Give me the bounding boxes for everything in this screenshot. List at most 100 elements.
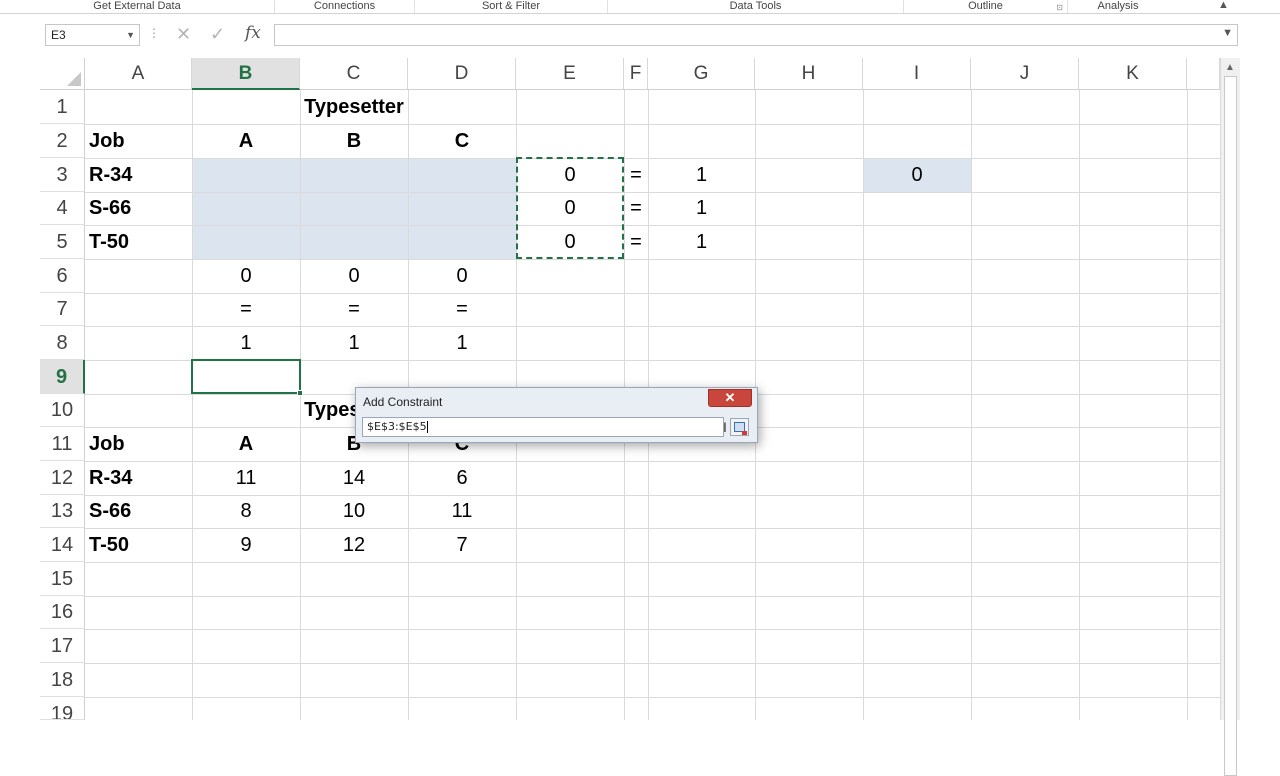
ribbon-group-data-tools[interactable]: Data Tools	[608, 0, 904, 13]
cell-d12[interactable]: 6	[408, 461, 516, 495]
add-constraint-dialog[interactable]: Add Constraint ✕ $E$3:$E$5 I	[355, 387, 758, 443]
resize-handle-icon[interactable]: ⋮	[148, 26, 160, 40]
cell-b13[interactable]: 8	[192, 495, 300, 528]
cell-b11[interactable]: A	[192, 427, 300, 461]
active-cell-b9[interactable]	[191, 359, 303, 396]
row-header-4[interactable]: 4	[40, 192, 85, 225]
cancel-icon[interactable]: ✕	[176, 24, 191, 45]
ribbon-group-connections[interactable]: Connections	[275, 0, 415, 13]
row-header-3[interactable]: 3	[40, 158, 85, 192]
row-header-9[interactable]: 9	[40, 360, 85, 394]
cell-b2[interactable]: A	[192, 124, 300, 158]
chevron-down-icon[interactable]: ▼	[126, 25, 135, 45]
cell-b12[interactable]: 11	[192, 461, 300, 495]
ribbon-group-outline[interactable]: Outline ⊡	[904, 0, 1068, 13]
row-header-5[interactable]: 5	[40, 225, 85, 259]
row-header-13[interactable]: 13	[40, 495, 85, 528]
column-header-blank[interactable]	[1187, 58, 1220, 90]
column-header-f[interactable]: F	[624, 58, 648, 90]
cell-d2[interactable]: C	[408, 124, 516, 158]
cell-a11[interactable]: Job	[85, 427, 192, 461]
cell-g3[interactable]: 1	[648, 158, 755, 192]
cell-c1-title[interactable]: Typesetter	[300, 90, 408, 124]
cell-a14[interactable]: T-50	[85, 528, 192, 562]
column-header-g[interactable]: G	[648, 58, 755, 90]
cell-c14[interactable]: 12	[300, 528, 408, 562]
scrollbar-thumb[interactable]	[1224, 76, 1237, 776]
fill-handle[interactable]	[297, 390, 303, 396]
cell-f3[interactable]: =	[624, 158, 648, 192]
cell-b14[interactable]: 9	[192, 528, 300, 562]
column-header-e[interactable]: E	[516, 58, 624, 90]
insert-function-icon[interactable]: fx	[245, 23, 261, 43]
cell-d8[interactable]: 1	[408, 326, 516, 360]
row-header-18[interactable]: 18	[40, 663, 85, 697]
column-header-i[interactable]: I	[863, 58, 971, 90]
cell-g5[interactable]: 1	[648, 225, 755, 259]
cell-d13[interactable]: 11	[408, 495, 516, 528]
cell-a4[interactable]: S-66	[85, 192, 192, 225]
row-header-2[interactable]: 2	[40, 124, 85, 158]
cell-c12[interactable]: 14	[300, 461, 408, 495]
column-header-h[interactable]: H	[755, 58, 863, 90]
name-box[interactable]: E3 ▼	[45, 24, 140, 46]
column-header-d[interactable]: D	[408, 58, 516, 90]
column-header-k[interactable]: K	[1079, 58, 1187, 90]
row-header-6[interactable]: 6	[40, 259, 85, 293]
row-header-11[interactable]: 11	[40, 427, 85, 461]
cell-b6[interactable]: 0	[192, 259, 300, 293]
ribbon-group-get-external-data[interactable]: Get External Data	[0, 0, 275, 13]
row-header-19[interactable]: 19	[40, 697, 85, 720]
cell-c7[interactable]: =	[300, 293, 408, 326]
row-header-15[interactable]: 15	[40, 562, 85, 596]
row-header-10[interactable]: 10	[40, 394, 85, 427]
scroll-up-icon[interactable]: ▲	[1225, 62, 1235, 73]
row-header-7[interactable]: 7	[40, 293, 85, 326]
cell-b7[interactable]: =	[192, 293, 300, 326]
cell-d6[interactable]: 0	[408, 259, 516, 293]
cell-reference-input[interactable]: $E$3:$E$5	[362, 417, 724, 437]
cell-c6[interactable]: 0	[300, 259, 408, 293]
close-button[interactable]: ✕	[708, 389, 752, 407]
column-header-a[interactable]: A	[85, 58, 192, 90]
collapse-ribbon-icon[interactable]: ▲	[1218, 0, 1229, 11]
cell-c8[interactable]: 1	[300, 326, 408, 360]
row-header-1[interactable]: 1	[40, 90, 85, 124]
cell-e5[interactable]: 0	[516, 225, 624, 259]
cell-c2[interactable]: B	[300, 124, 408, 158]
row-header-12[interactable]: 12	[40, 461, 85, 495]
column-header-c[interactable]: C	[300, 58, 408, 90]
cell-a12[interactable]: R-34	[85, 461, 192, 495]
enter-icon[interactable]: ✓	[210, 24, 225, 45]
ribbon-group-sort-filter[interactable]: Sort & Filter	[415, 0, 608, 13]
formula-input[interactable]: ▼	[274, 24, 1238, 46]
cell-a2[interactable]: Job	[85, 124, 192, 158]
dialog-launcher-icon[interactable]: ⊡	[1056, 2, 1063, 14]
column-header-j[interactable]: J	[971, 58, 1079, 90]
cell-a3[interactable]: R-34	[85, 158, 192, 192]
row-header-14[interactable]: 14	[40, 528, 85, 562]
row-header-8[interactable]: 8	[40, 326, 85, 360]
cell-f5[interactable]: =	[624, 225, 648, 259]
cell-c13[interactable]: 10	[300, 495, 408, 528]
cell-i3[interactable]: 0	[863, 158, 971, 192]
cell-f4[interactable]: =	[624, 192, 648, 225]
column-header-b[interactable]: B	[192, 58, 300, 90]
row-header-17[interactable]: 17	[40, 629, 85, 663]
cell-d14[interactable]: 7	[408, 528, 516, 562]
cell-e3[interactable]: 0	[516, 158, 624, 192]
cell-d7[interactable]: =	[408, 293, 516, 326]
cell-g4[interactable]: 1	[648, 192, 755, 225]
range-selector-icon	[734, 422, 747, 435]
grid-line	[85, 562, 1220, 563]
select-all-button[interactable]	[40, 58, 85, 90]
row-header-16[interactable]: 16	[40, 596, 85, 629]
expand-dialog-button[interactable]	[730, 418, 749, 436]
cell-b8[interactable]: 1	[192, 326, 300, 360]
vertical-scrollbar[interactable]: ▲	[1220, 58, 1240, 776]
expand-formula-bar-icon[interactable]: ▼	[1222, 27, 1233, 39]
cell-a13[interactable]: S-66	[85, 495, 192, 528]
cell-e4[interactable]: 0	[516, 192, 624, 225]
cell-a5[interactable]: T-50	[85, 225, 192, 259]
ribbon-group-analysis[interactable]: Analysis	[1068, 0, 1168, 13]
